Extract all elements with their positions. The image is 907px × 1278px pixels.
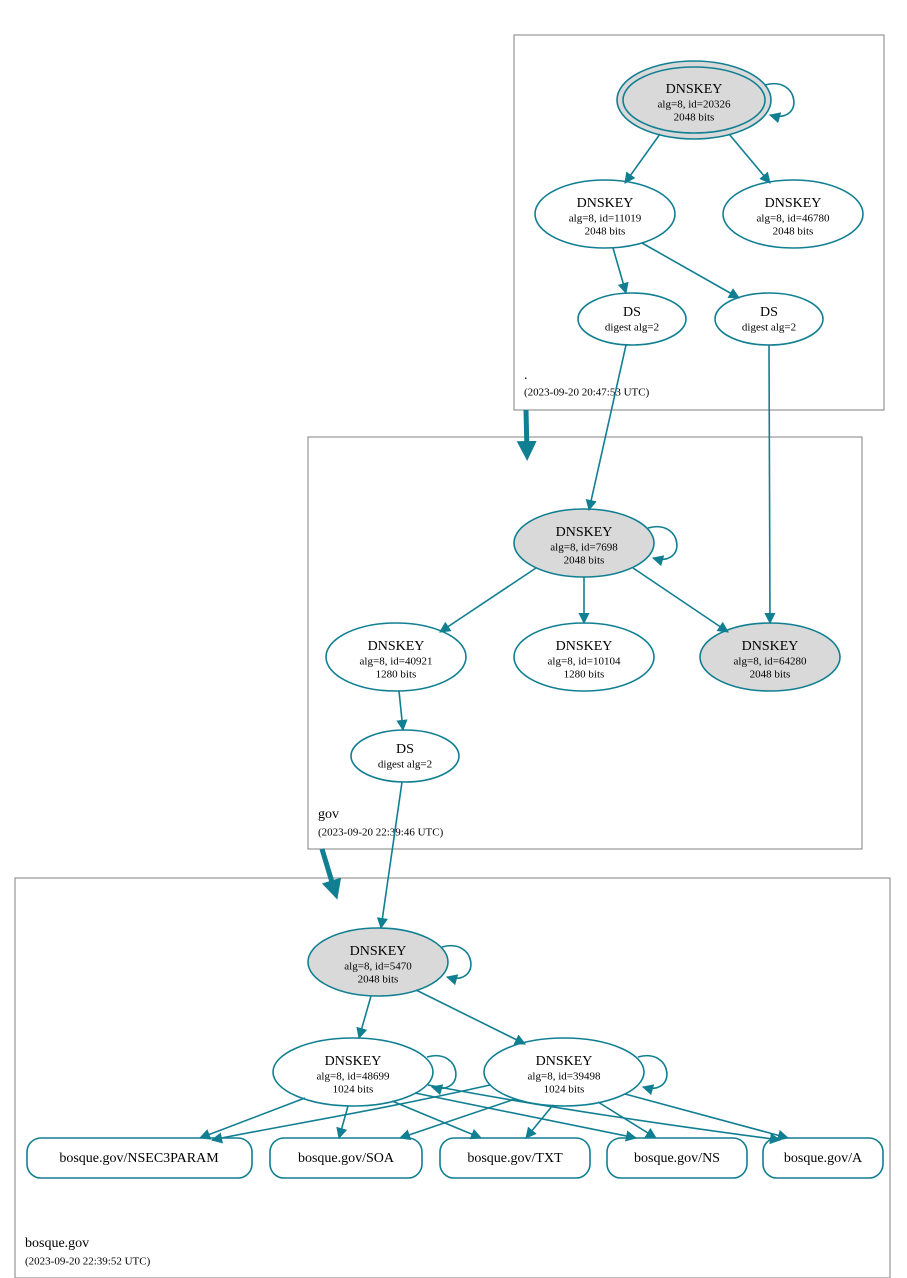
- svg-text:DNSKEY: DNSKEY: [666, 82, 723, 97]
- node-gov-ksk: DNSKEY alg=8, id=7698 2048 bits: [514, 509, 677, 577]
- rr-nsec3param: bosque.gov/NSEC3PARAM: [27, 1138, 252, 1178]
- svg-text:alg=8, id=5470: alg=8, id=5470: [344, 961, 412, 973]
- svg-text:bosque.gov/A: bosque.gov/A: [784, 1151, 863, 1166]
- edge-govksk-zsk3: [633, 568, 728, 632]
- zone-label-root: .: [524, 368, 528, 383]
- edge-boszsk2-a: [625, 1094, 788, 1138]
- node-root-ds2: DS digest alg=2: [715, 293, 823, 345]
- svg-text:alg=8, id=40921: alg=8, id=40921: [360, 656, 433, 668]
- svg-text:DS: DS: [396, 742, 414, 757]
- edge-govds-bosksk: [381, 782, 402, 928]
- svg-text:bosque.gov/NSEC3PARAM: bosque.gov/NSEC3PARAM: [59, 1151, 219, 1166]
- svg-text:DNSKEY: DNSKEY: [742, 639, 799, 654]
- svg-text:digest alg=2: digest alg=2: [378, 759, 432, 771]
- zone-ts-gov: (2023-09-20 22:39:46 UTC): [318, 827, 444, 839]
- svg-text:bosque.gov/SOA: bosque.gov/SOA: [298, 1151, 395, 1166]
- svg-text:1024 bits: 1024 bits: [544, 1084, 585, 1096]
- svg-text:digest alg=2: digest alg=2: [605, 322, 659, 334]
- node-root-zsk2: DNSKEY alg=8, id=46780 2048 bits: [723, 180, 863, 248]
- node-gov-zsk2: DNSKEY alg=8, id=10104 1280 bits: [514, 623, 654, 691]
- zone-label-bosque: bosque.gov: [25, 1236, 89, 1251]
- svg-text:1024 bits: 1024 bits: [333, 1084, 374, 1096]
- svg-text:DNSKEY: DNSKEY: [765, 196, 822, 211]
- node-bos-zsk2: DNSKEY alg=8, id=39498 1024 bits: [484, 1038, 667, 1106]
- svg-text:alg=8, id=46780: alg=8, id=46780: [757, 213, 830, 225]
- svg-text:DNSKEY: DNSKEY: [368, 639, 425, 654]
- edge-boszsk2-txt: [526, 1105, 553, 1138]
- svg-text:1280 bits: 1280 bits: [564, 669, 605, 681]
- node-root-zsk1: DNSKEY alg=8, id=11019 2048 bits: [535, 180, 675, 248]
- edge-rootds1-govksk: [589, 345, 626, 510]
- delegation-gov-bosque: [322, 849, 335, 892]
- node-bos-ksk: DNSKEY alg=8, id=5470 2048 bits: [308, 928, 471, 996]
- edge-rootksk-zsk1: [625, 134, 660, 183]
- svg-text:bosque.gov/TXT: bosque.gov/TXT: [467, 1151, 563, 1166]
- edge-rootzsk1-ds2: [642, 243, 739, 298]
- svg-text:DNSKEY: DNSKEY: [577, 196, 634, 211]
- delegation-root-gov: [526, 410, 527, 453]
- svg-text:DNSKEY: DNSKEY: [556, 639, 613, 654]
- svg-text:2048 bits: 2048 bits: [750, 669, 791, 681]
- node-root-ksk: DNSKEY alg=8, id=20326 2048 bits: [617, 61, 794, 139]
- edge-boszsk1-soa: [339, 1106, 348, 1138]
- svg-text:DNSKEY: DNSKEY: [325, 1054, 382, 1069]
- rr-ns: bosque.gov/NS: [607, 1138, 747, 1178]
- edge-rootds2-govzsk3: [769, 345, 770, 623]
- svg-text:DNSKEY: DNSKEY: [556, 525, 613, 540]
- svg-text:alg=8, id=48699: alg=8, id=48699: [317, 1071, 390, 1083]
- svg-text:alg=8, id=64280: alg=8, id=64280: [734, 656, 807, 668]
- svg-text:2048 bits: 2048 bits: [564, 555, 605, 567]
- svg-text:digest alg=2: digest alg=2: [742, 322, 796, 334]
- rr-a: bosque.gov/A: [763, 1138, 883, 1178]
- edge-bosksk-zsk2: [416, 990, 525, 1044]
- svg-text:2048 bits: 2048 bits: [773, 226, 814, 238]
- rr-soa: bosque.gov/SOA: [270, 1138, 422, 1178]
- edge-govzsk1-ds: [399, 691, 403, 730]
- edge-rootzsk1-ds1: [613, 248, 626, 293]
- svg-text:DS: DS: [623, 305, 641, 320]
- svg-text:bosque.gov/NS: bosque.gov/NS: [634, 1151, 720, 1166]
- zone-label-gov: gov: [318, 807, 339, 822]
- svg-text:2048 bits: 2048 bits: [674, 112, 715, 124]
- node-gov-zsk3: DNSKEY alg=8, id=64280 2048 bits: [700, 623, 840, 691]
- rr-txt: bosque.gov/TXT: [440, 1138, 590, 1178]
- svg-text:1280 bits: 1280 bits: [376, 669, 417, 681]
- svg-text:2048 bits: 2048 bits: [585, 226, 626, 238]
- edge-rootksk-zsk2: [729, 134, 770, 183]
- svg-text:alg=8, id=39498: alg=8, id=39498: [528, 1071, 601, 1083]
- zone-box-bosque: [15, 878, 890, 1278]
- svg-text:alg=8, id=7698: alg=8, id=7698: [550, 542, 618, 554]
- svg-text:DNSKEY: DNSKEY: [536, 1054, 593, 1069]
- node-gov-ds: DS digest alg=2: [351, 730, 459, 782]
- svg-text:DS: DS: [760, 305, 778, 320]
- svg-text:alg=8, id=11019: alg=8, id=11019: [569, 213, 642, 225]
- svg-text:DNSKEY: DNSKEY: [350, 944, 407, 959]
- edge-boszsk1-txt: [392, 1101, 481, 1138]
- svg-text:alg=8, id=20326: alg=8, id=20326: [658, 99, 731, 111]
- dnssec-chain-diagram: . (2023-09-20 20:47:53 UTC) DNSKEY alg=8…: [0, 0, 907, 1278]
- edge-boszsk2-soa: [400, 1099, 515, 1138]
- node-gov-zsk1: DNSKEY alg=8, id=40921 1280 bits: [326, 623, 466, 691]
- svg-text:2048 bits: 2048 bits: [358, 974, 399, 986]
- edge-bosksk-zsk1: [359, 996, 371, 1038]
- edge-govksk-zsk1: [440, 568, 536, 632]
- svg-text:alg=8, id=10104: alg=8, id=10104: [548, 656, 621, 668]
- zone-ts-bosque: (2023-09-20 22:39:52 UTC): [25, 1256, 151, 1268]
- zone-ts-root: (2023-09-20 20:47:53 UTC): [524, 387, 650, 399]
- node-root-ds1: DS digest alg=2: [578, 293, 686, 345]
